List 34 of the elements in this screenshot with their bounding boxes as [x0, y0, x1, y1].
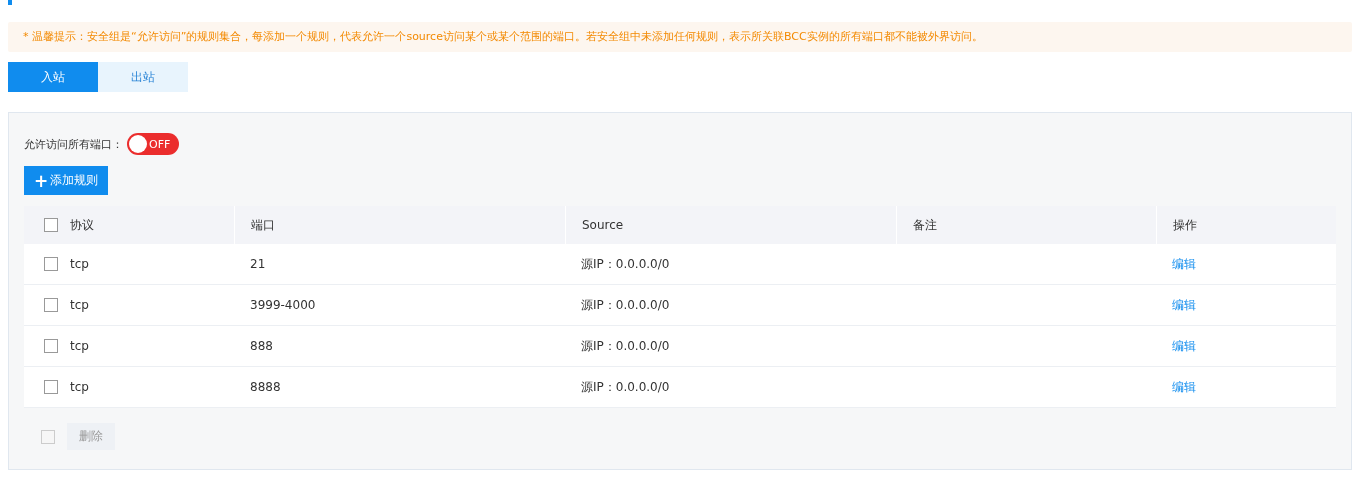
table-cell: 8888 — [250, 380, 281, 394]
row-checkbox[interactable] — [44, 380, 58, 394]
allow-all-label: 允许访问所有端口： — [24, 136, 123, 152]
table-cell: 源IP：0.0.0.0/0 — [581, 337, 670, 355]
tip-banner: * 温馨提示：安全组是“允许访问”的规则集合，每添加一个规则，代表允许一个source访问某个或某个范围的端口。若安全组中未添加任何规则，表示所关联BCC实例的所有端口都不能被外界访问。 — [8, 22, 1352, 52]
column-header: 端口 — [251, 216, 275, 234]
column-header: 备注 — [913, 216, 937, 234]
column-header: Source — [582, 218, 624, 232]
table-cell: tcp — [70, 380, 89, 394]
table-cell: tcp — [70, 257, 89, 271]
table-cell: 源IP：0.0.0.0/0 — [581, 378, 670, 396]
row-checkbox[interactable] — [44, 339, 58, 353]
edit-link[interactable]: 编辑 — [1172, 378, 1196, 396]
column-header: 协议 — [70, 216, 94, 234]
select-all-checkbox[interactable] — [44, 218, 58, 232]
table-cell: 3999-4000 — [250, 298, 316, 312]
row-checkbox[interactable] — [44, 257, 58, 271]
tab[interactable]: 出站 — [98, 62, 188, 92]
row-checkbox[interactable] — [44, 298, 58, 312]
edit-link[interactable]: 编辑 — [1172, 337, 1196, 355]
add-rule-button[interactable]: +添加规则 — [24, 166, 109, 195]
table-cell: 21 — [250, 257, 266, 271]
edit-link[interactable]: 编辑 — [1172, 255, 1196, 273]
table-cell: tcp — [70, 298, 89, 312]
tab[interactable]: 入站 — [8, 62, 98, 92]
table-cell: 源IP：0.0.0.0/0 — [581, 255, 670, 273]
footer-checkbox[interactable] — [41, 429, 55, 444]
table-cell: tcp — [70, 339, 89, 353]
edit-link[interactable]: 编辑 — [1172, 296, 1196, 314]
section-marker — [8, 0, 12, 5]
column-header: 操作 — [1173, 216, 1197, 234]
allow-all-toggle[interactable]: OFF — [127, 133, 179, 155]
table-cell: 源IP：0.0.0.0/0 — [581, 296, 670, 314]
table-cell: 888 — [250, 339, 273, 353]
